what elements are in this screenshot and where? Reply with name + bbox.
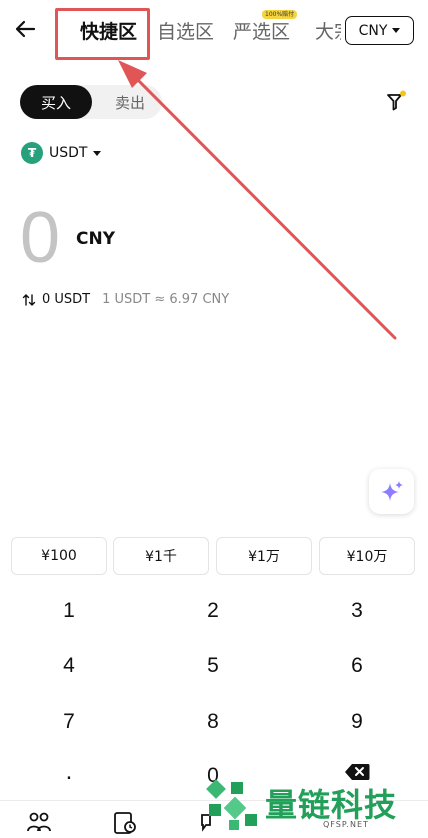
- currency-select-label: CNY: [358, 22, 388, 39]
- back-arrow-icon[interactable]: [12, 16, 38, 42]
- watermark-url: QFSP.NET: [323, 820, 369, 829]
- tab-bulk-zone[interactable]: 大宗: [315, 17, 341, 44]
- preset-1k-button[interactable]: ¥1千: [113, 537, 209, 575]
- tab-favorites-zone[interactable]: 自选区: [157, 17, 214, 44]
- sparkle-icon: [380, 480, 403, 501]
- tether-icon: ₮: [21, 142, 43, 164]
- key-2[interactable]: 2: [183, 591, 243, 631]
- watermark: 量链科技 QFSP.NET: [205, 774, 428, 838]
- caret-down-icon: [392, 28, 401, 33]
- buy-sell-toggle: 买入 卖出: [20, 85, 162, 119]
- watermark-logo-icon: [206, 779, 257, 830]
- asset-symbol: USDT: [49, 145, 88, 161]
- key-1[interactable]: 1: [39, 591, 99, 631]
- sell-tab[interactable]: 卖出: [98, 85, 162, 119]
- preset-100k-button[interactable]: ¥10万: [319, 537, 415, 575]
- swap-vertical-icon[interactable]: [22, 293, 36, 307]
- buy-tab[interactable]: 买入: [20, 85, 92, 119]
- converted-amount: 0 USDT: [42, 292, 91, 307]
- key-8[interactable]: 8: [183, 702, 243, 742]
- key-5[interactable]: 5: [183, 646, 243, 686]
- tab-selected-zone[interactable]: 严选区: [233, 17, 290, 44]
- key-9[interactable]: 9: [327, 702, 387, 742]
- key-7[interactable]: 7: [39, 702, 99, 742]
- preset-100-button[interactable]: ¥100: [11, 537, 107, 575]
- guarantee-badge: 100%赔付: [262, 10, 298, 19]
- caret-down-icon: [93, 150, 102, 156]
- preset-10k-button[interactable]: ¥1万: [216, 537, 312, 575]
- order-history-icon[interactable]: [112, 811, 138, 835]
- users-icon[interactable]: [26, 811, 52, 835]
- tab-quick-zone[interactable]: 快捷区: [80, 17, 137, 44]
- key-decimal[interactable]: .: [39, 752, 99, 792]
- top-bar: 快捷区 自选区 严选区 100%赔付 大宗 CNY: [0, 0, 428, 62]
- filter-icon[interactable]: [384, 89, 408, 113]
- key-4[interactable]: 4: [39, 646, 99, 686]
- currency-select[interactable]: CNY: [345, 16, 414, 45]
- key-6[interactable]: 6: [327, 646, 387, 686]
- ai-assistant-button[interactable]: [369, 469, 414, 514]
- asset-selector[interactable]: ₮ USDT: [21, 142, 102, 164]
- preset-amounts: ¥100 ¥1千 ¥1万 ¥10万: [11, 537, 417, 575]
- exchange-rate: 1 USDT ≈ 6.97 CNY: [102, 292, 230, 307]
- key-3[interactable]: 3: [327, 591, 387, 631]
- conversion-row: 0 USDT 1 USDT ≈ 6.97 CNY: [22, 292, 229, 307]
- amount-value[interactable]: 0: [20, 198, 60, 278]
- amount-currency: CNY: [76, 229, 116, 249]
